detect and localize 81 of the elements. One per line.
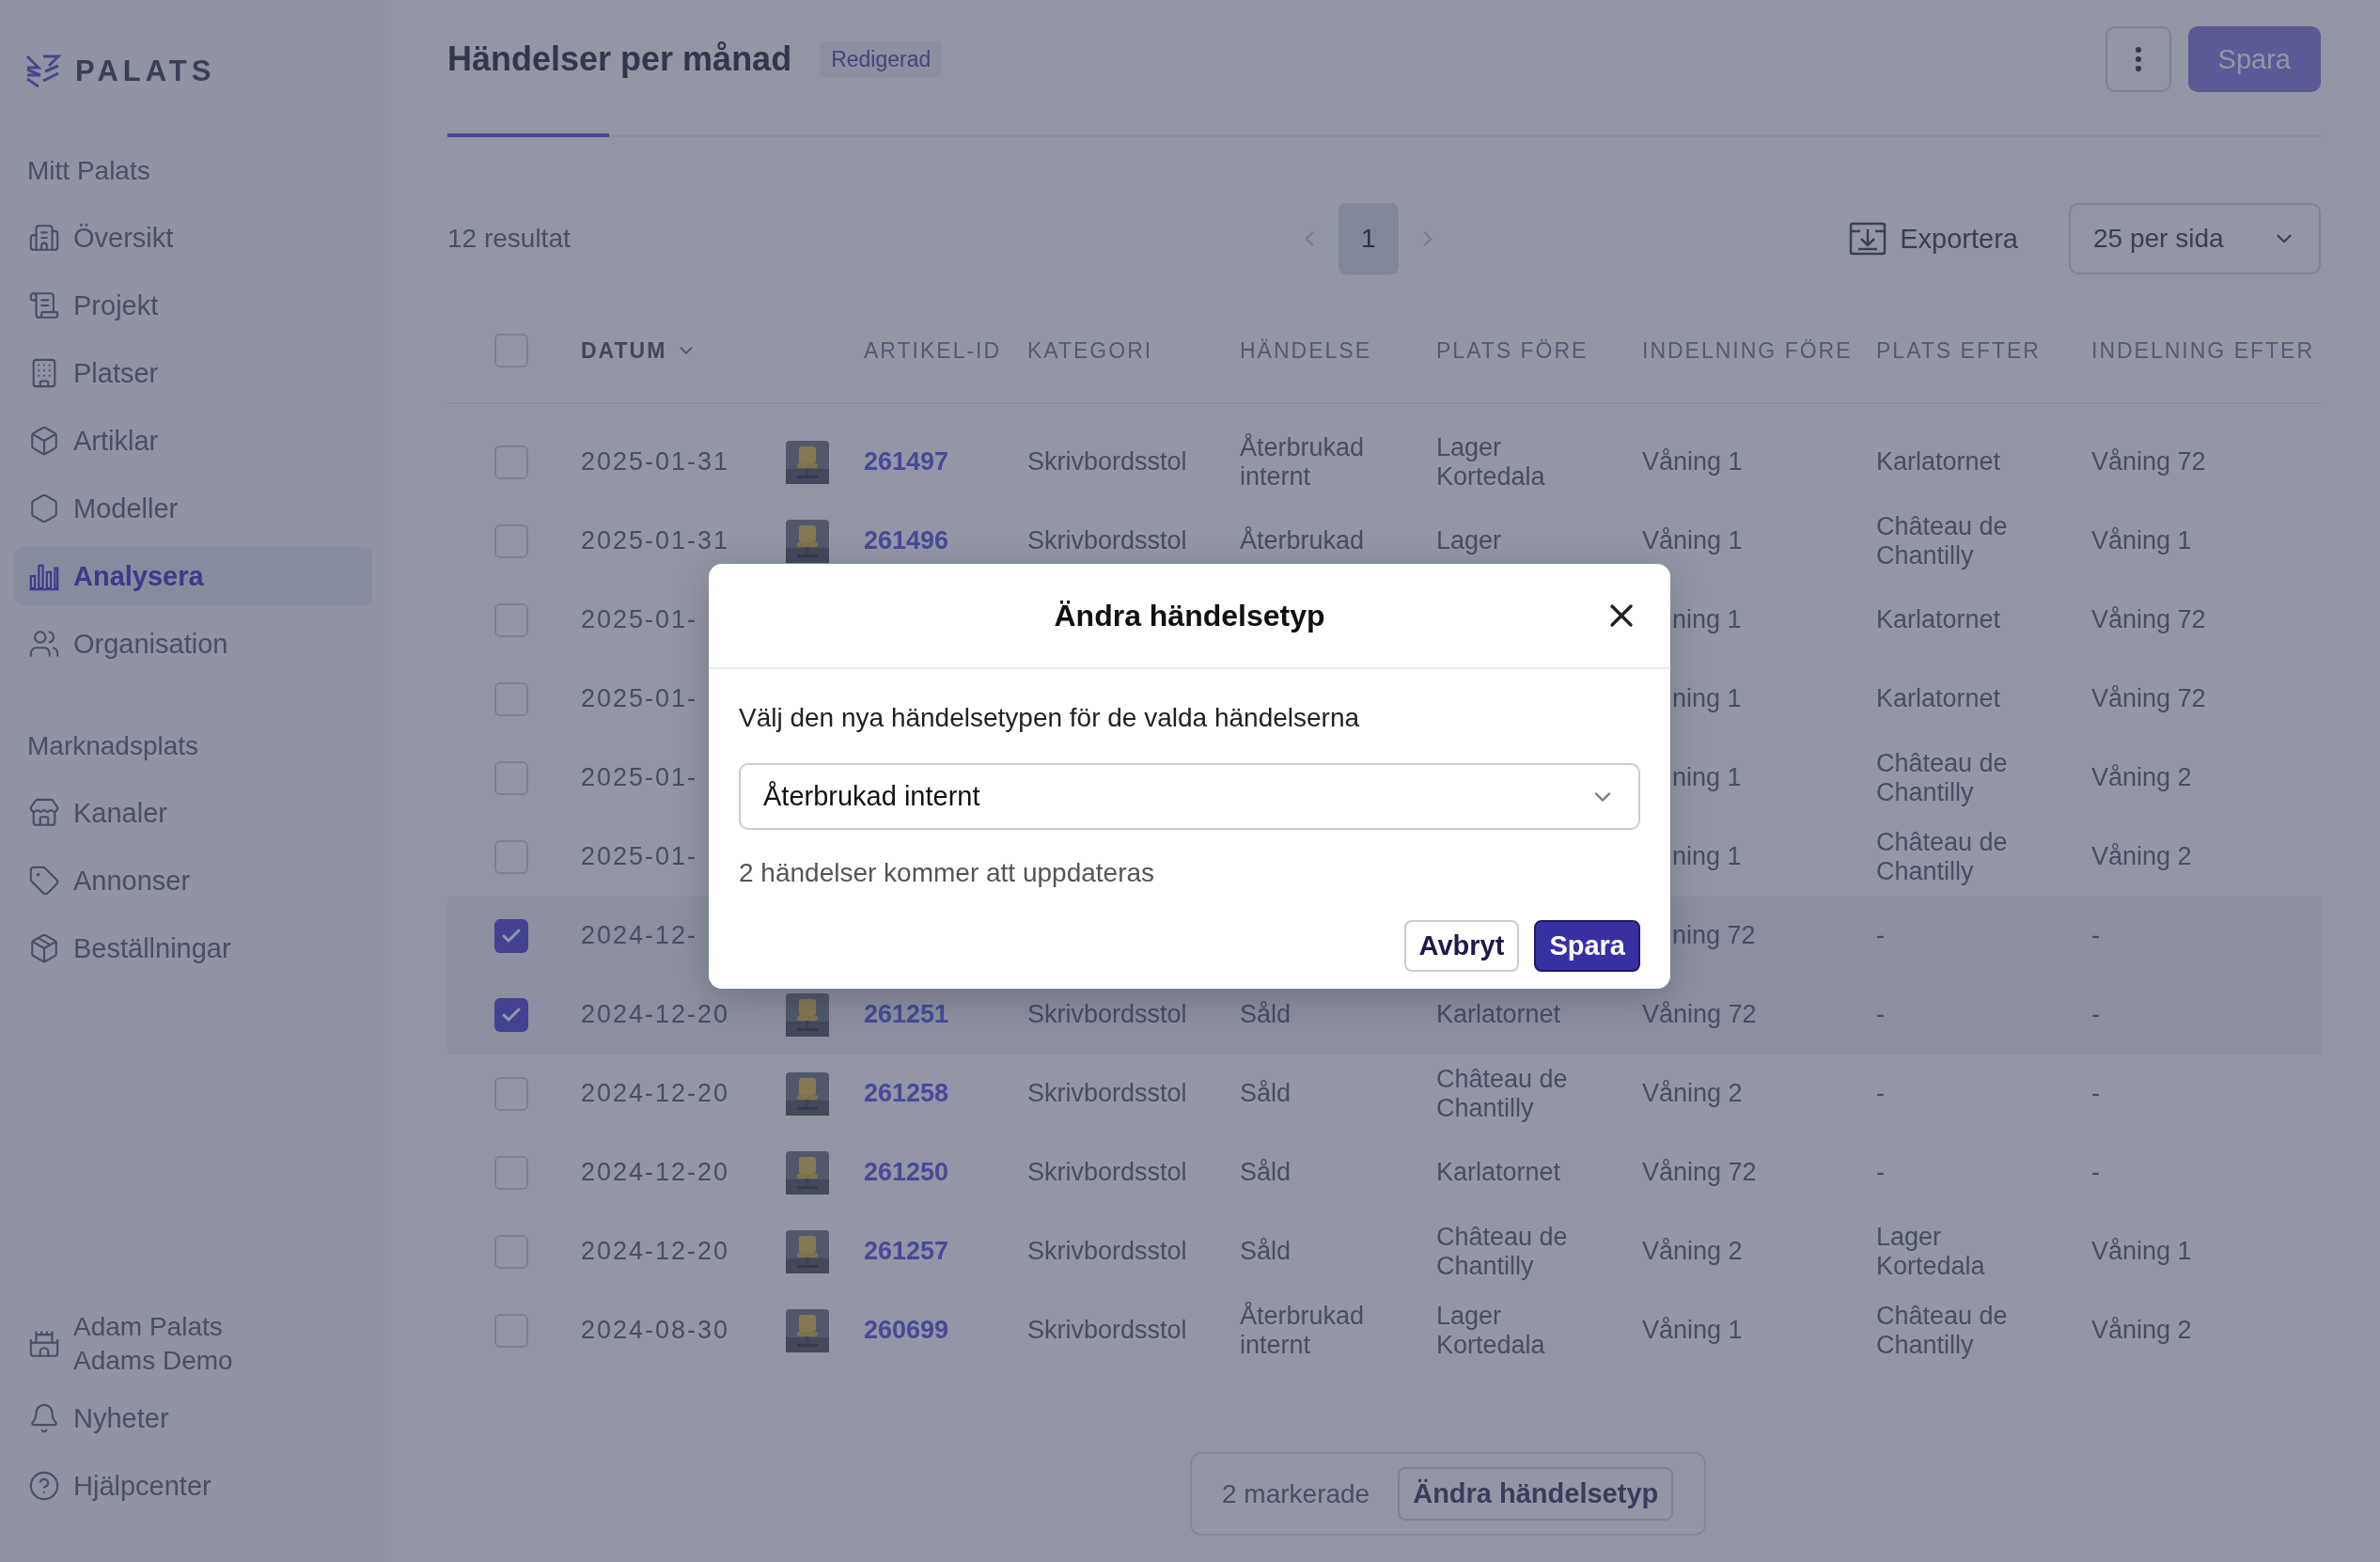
table-cell: ning 1: [1672, 763, 1742, 792]
table-cell: Karlatornet: [1436, 1158, 1561, 1187]
table-cell: Våning 72: [1642, 1000, 1757, 1029]
table-cell: Såld: [1240, 1237, 1292, 1266]
table-cell: Våning 1: [2091, 526, 2192, 555]
section-title: Marknadsplats: [26, 731, 200, 761]
table-cell: -: [2091, 1000, 2100, 1029]
table-cell: Våning 72: [2091, 447, 2206, 476]
section-title: Mitt Palats: [26, 156, 151, 186]
table-cell: -: [1876, 1158, 1885, 1187]
table-cell: Återbrukad internt: [1240, 1301, 1365, 1359]
table-cell: Skrivbordsstol: [1027, 526, 1187, 555]
table-cell: Karlatornet: [1876, 605, 2001, 634]
table-cell: ning 1: [1672, 605, 1742, 634]
table-cell: Våning 2: [1642, 1237, 1743, 1266]
table-cell: Château de Chantilly: [1876, 1301, 2008, 1359]
date-cell: 2024-12-20: [581, 1158, 730, 1187]
table-cell: Château de Chantilly: [1876, 748, 2008, 806]
table-cell: Skrivbordsstol: [1027, 1316, 1187, 1345]
date-cell: 2024-12-20: [581, 1000, 730, 1029]
dialog-title: Ändra händelsetyp: [1054, 598, 1325, 633]
page-title: Händelser per månad: [447, 39, 792, 79]
table-cell: Såld: [1240, 1000, 1292, 1029]
table-cell: Våning 2: [2091, 763, 2192, 792]
table-cell: Lager Kortedala: [1436, 432, 1545, 491]
date-cell: 2025-01-: [581, 763, 698, 792]
organization-name: Adams Demo: [73, 1346, 233, 1376]
table-cell: Våning 2: [1642, 1079, 1743, 1108]
user-name: Adam Palats: [73, 1312, 224, 1342]
table-cell: Våning 72: [2091, 684, 2206, 713]
table-cell: Skrivbordsstol: [1027, 447, 1187, 476]
date-cell: 2025-01-: [581, 605, 698, 634]
table-cell: -: [2091, 1158, 2100, 1187]
table-cell: Såld: [1240, 1158, 1292, 1187]
date-cell: 2024-08-30: [581, 1316, 730, 1345]
table-cell: Våning 1: [1642, 447, 1743, 476]
table-cell: Såld: [1240, 1079, 1292, 1108]
table-cell: Våning 1: [2091, 1237, 2192, 1266]
table-cell: Château de Chantilly: [1436, 1222, 1568, 1280]
date-cell: 2025-01-: [581, 842, 698, 871]
table-cell: Våning 1: [1642, 526, 1743, 555]
table-cell: ning 1: [1672, 684, 1742, 713]
dialog-prompt: Välj den nya händelsetypen för de valda händelserna: [739, 703, 1361, 733]
table-cell: Våning 72: [1642, 1158, 1757, 1187]
table-cell: Lager Kortedala: [1436, 1301, 1545, 1359]
date-cell: 2025-01-: [581, 684, 698, 713]
date-cell: 2024-12-20: [581, 1237, 730, 1266]
date-cell: 2025-01-31: [581, 526, 730, 555]
table-cell: Återbrukad internt: [1240, 432, 1365, 491]
table-cell: Våning 2: [2091, 842, 2192, 871]
logo-text: PALATS: [75, 55, 216, 88]
table-cell: ning 1: [1672, 842, 1742, 871]
table-cell: Skrivbordsstol: [1027, 1079, 1187, 1108]
table-cell: -: [1876, 921, 1885, 950]
date-cell: 2024-12-: [581, 921, 698, 950]
result-count: 12 resultat: [447, 224, 571, 254]
table-cell: -: [2091, 1079, 2100, 1108]
selection-count: 2 markerade: [1222, 1478, 1370, 1509]
table-cell: Château de Chantilly: [1436, 1064, 1568, 1122]
status-badge: Redigerad: [820, 40, 943, 78]
table-cell: Skrivbordsstol: [1027, 1237, 1187, 1266]
table-cell: Våning 2: [2091, 1316, 2192, 1345]
table-cell: Karlatornet: [1436, 1000, 1561, 1029]
update-note: 2 händelser kommer att uppdateras: [739, 858, 1156, 888]
date-cell: 2024-12-20: [581, 1079, 730, 1108]
table-cell: Skrivbordsstol: [1027, 1158, 1187, 1187]
table-cell: Karlatornet: [1876, 447, 2001, 476]
table-cell: -: [1876, 1079, 1885, 1108]
table-cell: Våning 1: [1642, 1316, 1743, 1345]
table-cell: Karlatornet: [1876, 684, 2001, 713]
table-cell: Lager Kortedala: [1876, 1222, 1985, 1280]
date-cell: 2025-01-31: [581, 447, 730, 476]
table-cell: -: [1876, 1000, 1885, 1029]
table-cell: -: [2091, 921, 2100, 950]
table-cell: Skrivbordsstol: [1027, 1000, 1187, 1029]
table-cell: ning 72: [1672, 921, 1756, 950]
table-cell: Våning 72: [2091, 605, 2206, 634]
table-cell: Återbrukad: [1240, 526, 1365, 555]
table-cell: Château de Chantilly: [1876, 511, 2008, 570]
table-cell: Lager: [1436, 526, 1502, 555]
table-cell: Château de Chantilly: [1876, 827, 2008, 885]
